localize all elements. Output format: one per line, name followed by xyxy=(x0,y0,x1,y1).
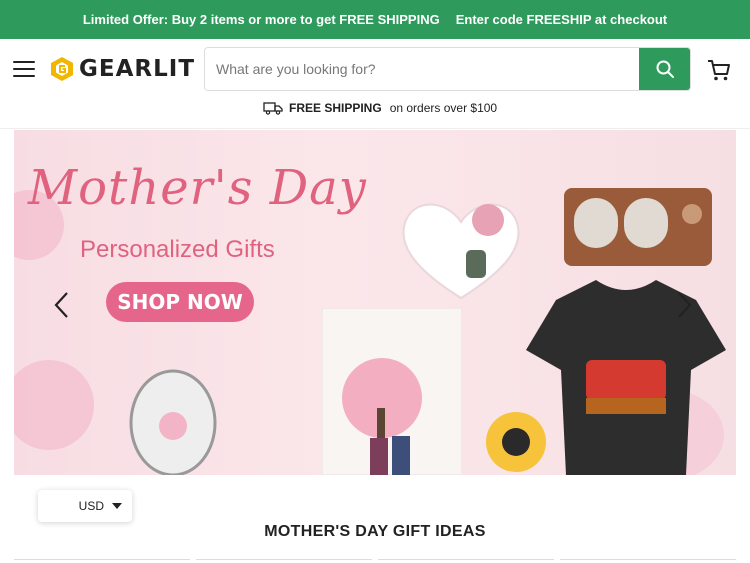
free-shipping-label: FREE SHIPPING xyxy=(289,101,382,115)
free-shipping-condition: on orders over $100 xyxy=(389,101,498,115)
currency-selector[interactable]: USD xyxy=(38,490,132,522)
gift-category-row xyxy=(14,559,736,563)
logo-text: GEARLIT xyxy=(79,56,196,82)
category-card[interactable] xyxy=(196,559,372,563)
category-card[interactable] xyxy=(378,559,554,563)
carousel-prev-icon[interactable] xyxy=(52,290,72,320)
hero-banner[interactable]: Mother's Day Personalized Gifts SHOP NOW xyxy=(14,130,736,475)
hero-script-title: Mother's Day xyxy=(28,160,367,216)
cart-button[interactable] xyxy=(706,57,732,83)
logo[interactable]: GEARLIT xyxy=(50,56,195,82)
category-card[interactable] xyxy=(560,559,736,563)
hamburger-menu-icon[interactable] xyxy=(13,61,35,79)
chevron-down-icon xyxy=(112,503,122,509)
gearlit-logo-icon xyxy=(51,57,73,81)
heart-plaque-image xyxy=(402,203,520,300)
search-input[interactable] xyxy=(205,48,639,90)
search-button[interactable] xyxy=(639,48,690,90)
free-shipping-notice: FREE SHIPPING on orders over $100 xyxy=(263,101,497,115)
blossom-decoration xyxy=(14,360,94,450)
book-image xyxy=(322,308,462,475)
site-header: GEARLIT FREE SHIPPING on orders over $10… xyxy=(0,39,750,129)
wallet-image xyxy=(564,188,712,266)
truck-icon xyxy=(263,102,283,115)
category-card[interactable] xyxy=(14,559,190,563)
search-icon xyxy=(656,60,674,78)
search-bar xyxy=(204,47,691,91)
cart-icon xyxy=(708,60,730,81)
tshirt-image xyxy=(526,280,726,475)
promo-offer-text: Limited Offer: Buy 2 items or more to ge… xyxy=(82,12,440,27)
hero-subtitle: Personalized Gifts xyxy=(80,236,275,263)
section-title: MOTHER'S DAY GIFT IDEAS xyxy=(264,523,486,540)
sunflower-keychain-image xyxy=(486,412,546,472)
promo-bar: Limited Offer: Buy 2 items or more to ge… xyxy=(0,0,750,39)
shop-now-button[interactable]: SHOP NOW xyxy=(106,282,254,322)
promo-code-text: Enter code FREESHIP at checkout xyxy=(455,12,668,27)
egg-keychain-image xyxy=(129,369,217,475)
currency-value: USD xyxy=(78,499,104,513)
carousel-next-icon[interactable] xyxy=(674,290,694,320)
